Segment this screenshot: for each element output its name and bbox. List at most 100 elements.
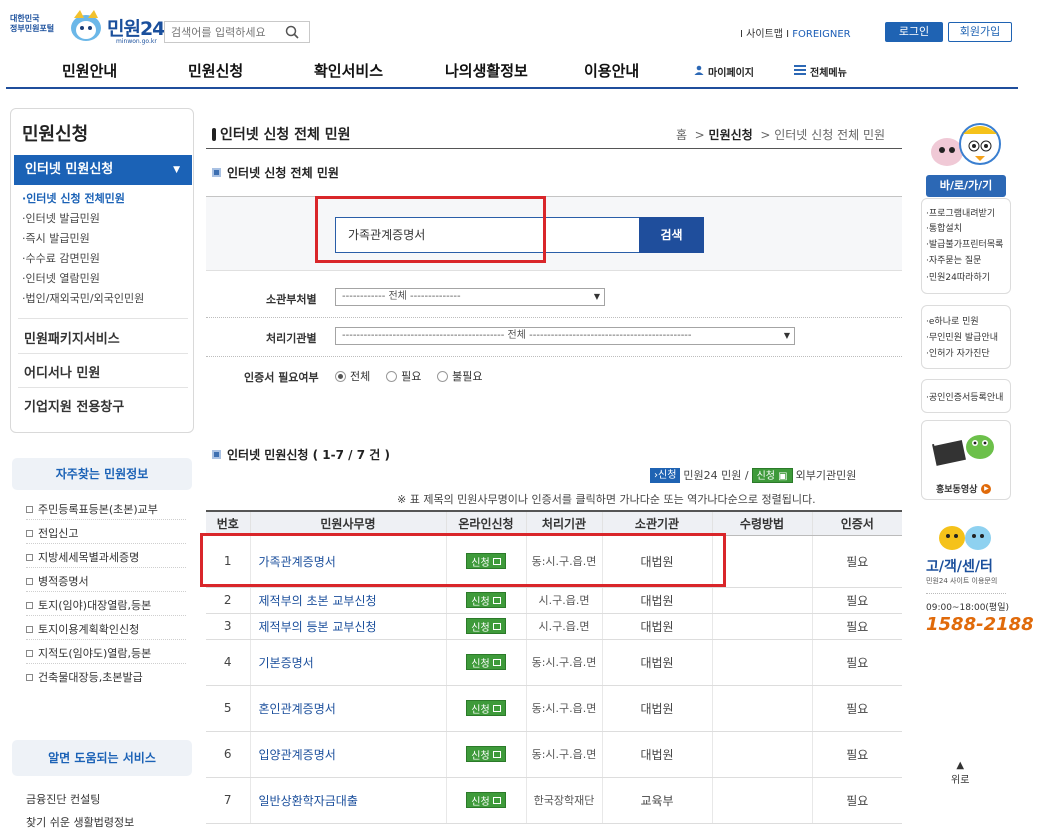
gnb-item-mylife[interactable]: 나의생활정보 (445, 60, 528, 81)
all-menu-link[interactable]: 전체메뉴 (794, 64, 847, 79)
gnb-item-help[interactable]: 이용안내 (584, 60, 639, 81)
popup-icon (492, 658, 501, 666)
quick-item[interactable]: ·자주묻는 질문 (926, 253, 981, 266)
side-sub-view[interactable]: ·인터넷 열람민원 (22, 270, 100, 286)
faq-item[interactable]: 전입신고 (26, 525, 78, 541)
side-sub-fee-reduction[interactable]: ·수수료 감면민원 (22, 250, 100, 266)
faq-item[interactable]: 병적증명서 (26, 573, 89, 589)
join-button[interactable]: 회원가입 (948, 22, 1012, 42)
scroll-top-button[interactable]: ▲ 위로 (951, 760, 969, 786)
top-search-input[interactable] (165, 25, 281, 39)
apply-button[interactable]: 신청 (466, 700, 506, 716)
caret-down-icon: ▼ (173, 165, 180, 175)
quick-menu-title: 바/로/가/기 (926, 175, 1006, 197)
side-nav-title: 민원신청 (22, 124, 89, 145)
section-title-all: 인터넷 신청 전체 민원 (212, 164, 339, 181)
side-sub-all-internet[interactable]: ·인터넷 신청 전체민원 (22, 190, 125, 206)
mypage-link[interactable]: 마이페이지 (694, 64, 754, 79)
side-divider (18, 353, 188, 354)
square-icon (26, 529, 33, 537)
quick-item[interactable]: ·프로그램내려받기 (926, 206, 995, 219)
mascot-logo-icon[interactable] (66, 6, 106, 44)
side-nav-anywhere[interactable]: 어디서나 민원 (24, 362, 100, 381)
table-row: 4 기본증명서 신청 동:시.구.읍.면 대법원 필요 (206, 639, 902, 686)
page-title: 인터넷 신청 전체 민원 (212, 124, 351, 144)
civil-name-link[interactable]: 기본증명서 (249, 639, 446, 686)
square-bullet-icon (212, 168, 221, 177)
menu-icon (794, 65, 806, 78)
side-nav-internet-apply[interactable]: 인터넷 민원신청 ▼ (14, 155, 192, 185)
breadcrumb-current: 인터넷 신청 전체 민원 (774, 128, 886, 142)
quick-item[interactable]: ·발급불가프린터목록 (926, 237, 1003, 250)
table-row: 6 입양관계증명서 신청 동:시.구.읍.면 대법원 필요 (206, 731, 902, 778)
sitemap-link[interactable]: 사이트맵 (746, 29, 783, 40)
apply-button[interactable]: 신청 (466, 592, 506, 608)
side-nav-package[interactable]: 민원패키지서비스 (24, 328, 120, 347)
faq-item[interactable]: 토지(임야)대장열람,등본 (26, 597, 151, 613)
customer-center-phone: 1588-2188 (926, 614, 1034, 635)
apply-button[interactable]: 신청 (466, 746, 506, 762)
foreigner-link[interactable]: FOREIGNER (792, 29, 850, 40)
popup-icon (492, 596, 501, 604)
side-sub-issue[interactable]: ·인터넷 발급민원 (22, 210, 100, 226)
square-icon (26, 601, 33, 609)
dept-filter-label: 소관부처별 (266, 293, 317, 306)
breadcrumb-home[interactable]: 홈 (676, 128, 687, 142)
square-icon (26, 553, 33, 561)
col-name[interactable]: 민원사무명 (249, 510, 446, 536)
quick-item[interactable]: ·통합설치 (926, 221, 962, 234)
apply-button[interactable]: 신청 (466, 618, 506, 634)
apply-button[interactable]: 신청 (466, 792, 506, 808)
breadcrumb: 홈 > 민원신청 > 인터넷 신청 전체 민원 (676, 128, 886, 142)
cert-guide-link[interactable]: ·공인인증서등록안내 (926, 390, 1003, 403)
help-item[interactable]: 찾기 쉬운 생활법령정보 (26, 814, 134, 830)
radio-not-required[interactable]: 불필요 (437, 368, 483, 384)
quick-item[interactable]: ·무인민원 발급안내 (926, 330, 998, 343)
side-sub-corp-foreign[interactable]: ·법인/재외국민/외국인민원 (22, 290, 144, 306)
gnb-item-guide[interactable]: 민원안내 (62, 60, 117, 81)
table-row: 2 제적부의 초본 교부신청 신청 시.구.읍.면 대법원 필요 (206, 587, 902, 614)
promo-video-link[interactable]: 홍보동영상 ▶ (936, 482, 992, 495)
faq-item[interactable]: 토지이용계획확인신청 (26, 621, 139, 637)
search-button[interactable]: 검색 (639, 217, 704, 253)
civil-name-link[interactable]: 제적부의 등본 교부신청 (249, 613, 446, 640)
side-sub-instant[interactable]: ·즉시 발급민원 (22, 230, 90, 246)
radio-all[interactable]: 전체 (335, 368, 370, 384)
faq-item[interactable]: 지적도(임야도)열람,등본 (26, 645, 151, 661)
side-nav-business[interactable]: 기업지원 전용창구 (24, 396, 124, 415)
highlight-search-box (315, 196, 546, 263)
col-cert[interactable]: 인증서 (811, 510, 902, 536)
faq-item[interactable]: 주민등록표등본(초본)교부 (26, 501, 158, 517)
site-logo[interactable]: 민원24 (107, 14, 165, 41)
search-icon[interactable] (281, 22, 303, 42)
faq-item[interactable]: 건축물대장등,초본발급 (26, 669, 143, 685)
quick-item[interactable]: ·인허가 자가진단 (926, 346, 990, 359)
video-mascot-icon (930, 425, 1002, 473)
civil-name-link[interactable]: 일반상환학자금대출 (249, 777, 446, 824)
square-icon (26, 673, 33, 681)
dept-filter-select[interactable]: ------------ 전체 -------------- ▼ (335, 288, 605, 306)
popup-icon (492, 704, 501, 712)
gnb-item-verify[interactable]: 확인서비스 (314, 60, 383, 81)
popup-icon (492, 622, 501, 630)
breadcrumb-level1[interactable]: 민원신청 (709, 128, 753, 142)
table-row: 5 혼인관계증명서 신청 동:시.구.읍.면 대법원 필요 (206, 685, 902, 732)
faq-item[interactable]: 지방세세목별과세증명 (26, 549, 139, 565)
quick-item[interactable]: ·민원24따라하기 (926, 270, 990, 283)
legend: ›신청 민원24 민원 / 신청 ▣ 외부기관민원 (650, 467, 856, 483)
help-item[interactable]: 금융진단 컨설팅 (26, 791, 100, 807)
apply-button[interactable]: 신청 (466, 654, 506, 670)
org-filter-select[interactable]: ----------------------------------------… (335, 327, 795, 345)
civil-name-link[interactable]: 제적부의 초본 교부신청 (249, 587, 446, 614)
square-icon (26, 577, 33, 585)
legend-internal-badge: ›신청 (650, 467, 681, 483)
civil-name-link[interactable]: 입양관계증명서 (249, 731, 446, 778)
civil-name-link[interactable]: 혼인관계증명서 (249, 685, 446, 732)
radio-required[interactable]: 필요 (386, 368, 421, 384)
gnb-item-apply[interactable]: 민원신청 (188, 60, 243, 81)
dropdown-arrow-icon: ▼ (593, 292, 600, 301)
quick-item[interactable]: ·e하나로 민원 (926, 314, 979, 327)
popup-icon (492, 796, 501, 804)
login-button[interactable]: 로그인 (885, 22, 943, 42)
customer-center-title: 고/객/센/터 (926, 559, 993, 575)
